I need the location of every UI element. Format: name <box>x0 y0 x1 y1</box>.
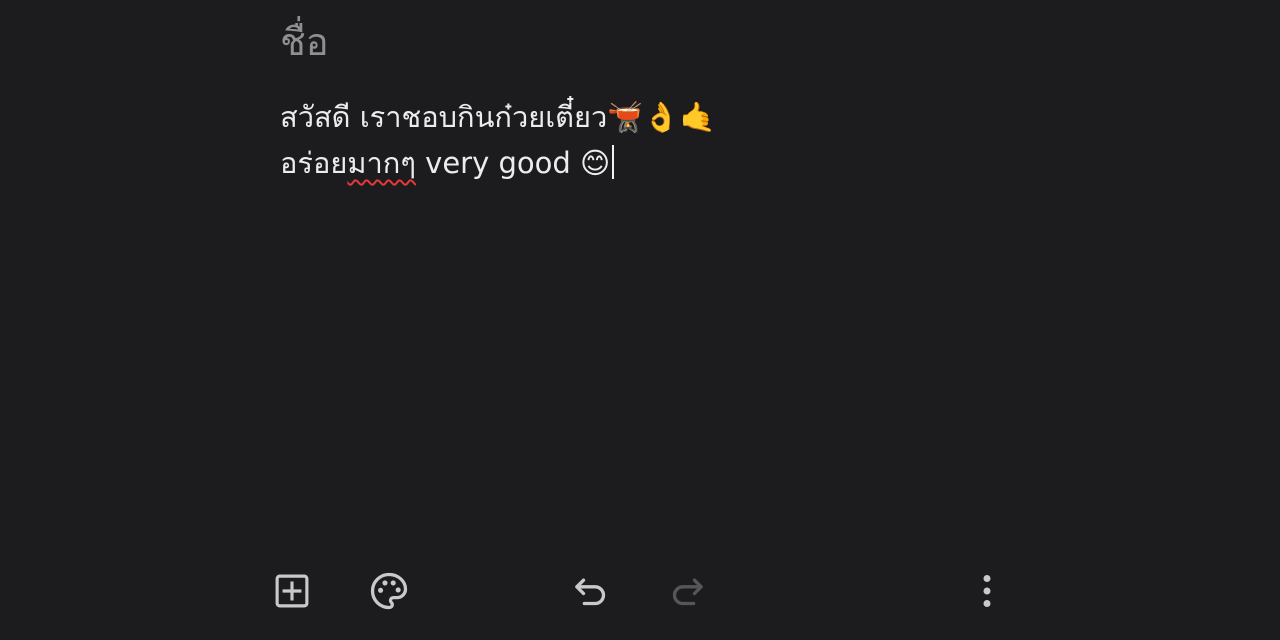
undo-icon <box>575 578 606 606</box>
note-editor: ชื่อ สวัสดี เราชอบกินก๋วยเตี๋ยว🫕👌🤙 อร่อย… <box>0 0 1280 640</box>
add-box-icon <box>275 574 309 608</box>
more-vert-icon <box>983 575 991 607</box>
misspelled-word[interactable]: มากๆ <box>347 146 416 180</box>
undo-button[interactable] <box>566 566 616 616</box>
redo-button[interactable] <box>662 566 712 616</box>
body-text-segment: very good 😊 <box>415 146 611 180</box>
more-options-button[interactable] <box>962 566 1012 616</box>
background-options-button[interactable] <box>364 566 414 616</box>
title-field[interactable]: ชื่อ <box>280 14 329 70</box>
palette-icon <box>370 572 408 610</box>
add-content-button[interactable] <box>267 566 317 616</box>
body-line-1: สวัสดี เราชอบกินก๋วยเตี๋ยว🫕👌🤙 <box>280 100 716 134</box>
note-body-field[interactable]: สวัสดี เราชอบกินก๋วยเตี๋ยว🫕👌🤙 อร่อยมากๆ … <box>280 94 980 186</box>
body-text-segment: อร่อย <box>280 146 348 180</box>
title-placeholder: ชื่อ <box>280 20 329 64</box>
redo-icon <box>672 578 703 606</box>
body-line-2: อร่อยมากๆ very good 😊 <box>280 140 980 186</box>
text-cursor <box>612 145 615 179</box>
